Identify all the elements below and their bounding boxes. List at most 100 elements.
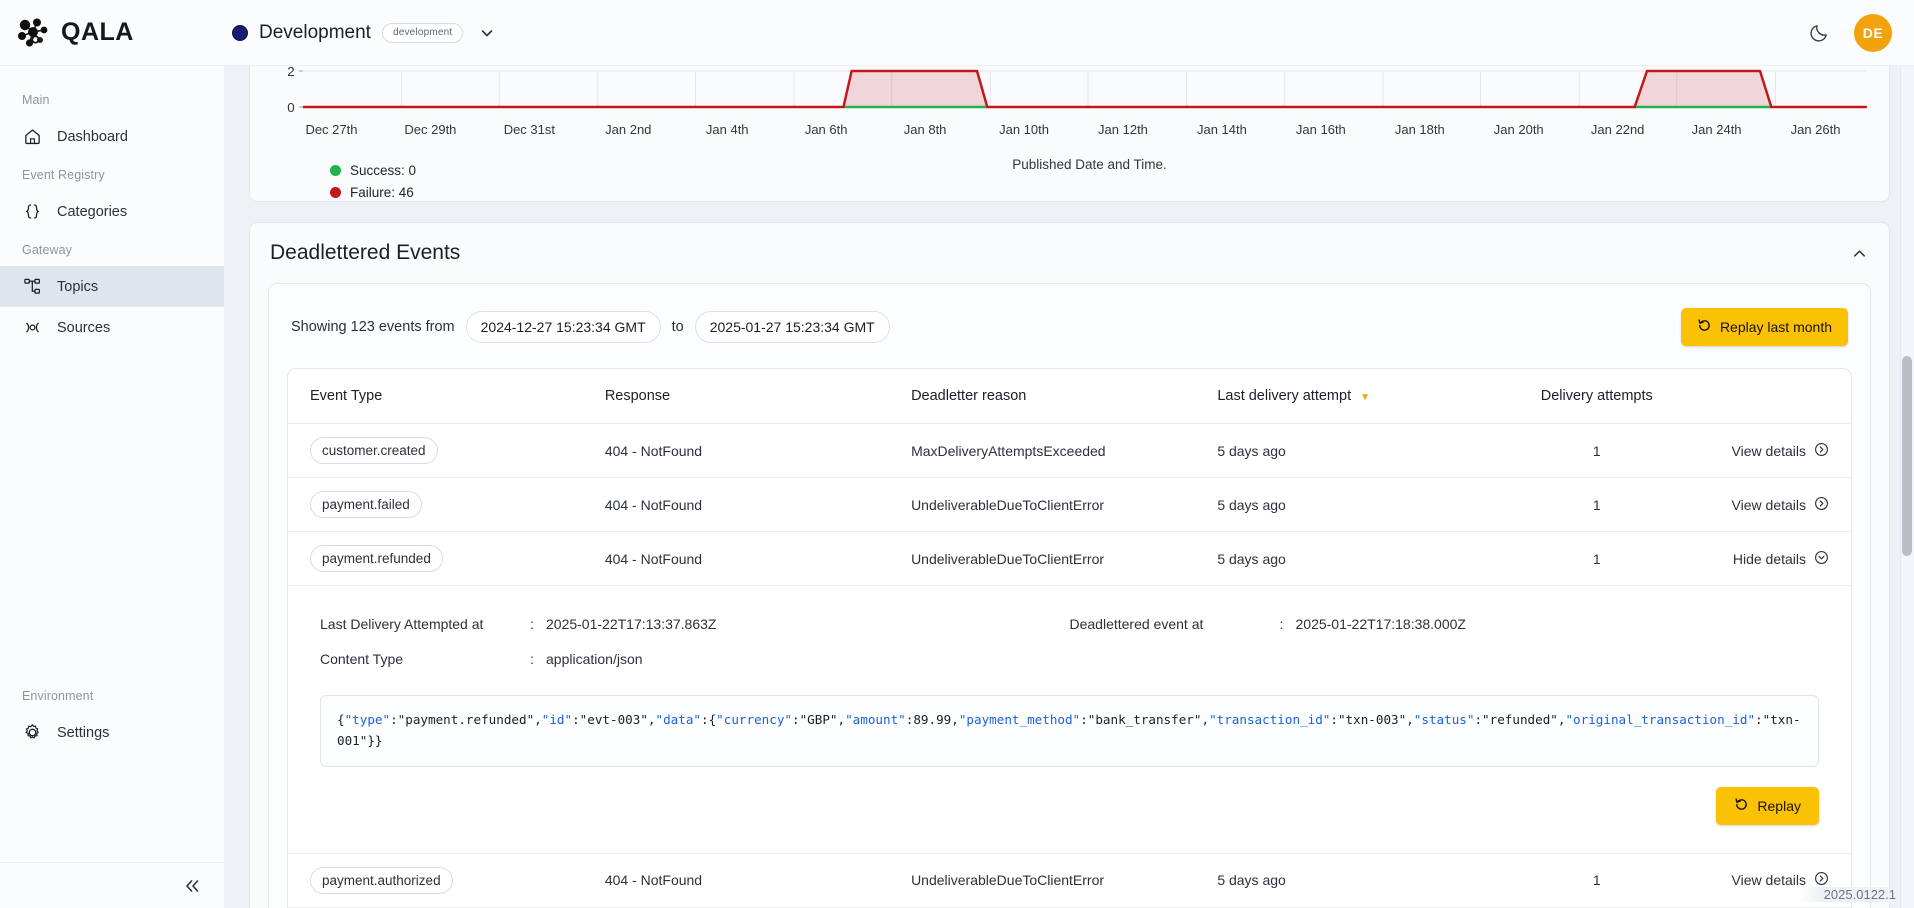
col-response[interactable]: Response — [604, 369, 912, 424]
chart-x-axis-title: Published Date and Time. — [1012, 157, 1167, 172]
main-scrollbar-thumb[interactable] — [1902, 356, 1912, 556]
caret-down-icon: ▼ — [1360, 392, 1371, 403]
chevron-right-circle-icon — [1814, 496, 1829, 514]
table-row[interactable]: payment.refunded 404 - NotFound Undelive… — [288, 531, 1851, 586]
chart-x-tick-labels: Dec 27th Dec 29th Dec 31st Jan 2nd Jan 4… — [282, 122, 1865, 137]
deadlettered-table-wrap: Event Type Response Deadletter reason La… — [287, 368, 1852, 908]
col-event-type[interactable]: Event Type — [288, 369, 605, 424]
chart-legend: Success: 0 Failure: 46 — [330, 159, 416, 203]
detail-colon: : — [1279, 616, 1284, 632]
svg-text:0: 0 — [287, 100, 294, 115]
replay-last-month-button[interactable]: Replay last month — [1680, 308, 1848, 346]
col-delivery-attempts[interactable]: Delivery attempts — [1523, 369, 1682, 424]
hide-details-button[interactable]: Hide details — [1733, 550, 1829, 568]
x-tick: Jan 22nd — [1590, 122, 1645, 137]
x-tick: Jan 18th — [1394, 122, 1445, 137]
sidebar-item-settings[interactable]: Settings — [0, 712, 224, 753]
sidebar-item-sources[interactable]: Sources — [0, 307, 224, 348]
sidebar-group-event-registry: Event Registry — [22, 168, 105, 182]
response-cell: 404 - NotFound — [604, 423, 912, 478]
x-tick: Dec 27th — [305, 122, 358, 137]
view-details-label: View details — [1731, 442, 1806, 459]
sidebar-item-label: Categories — [57, 203, 128, 220]
app-shell: Main Dashboard Event Registry Categories… — [0, 66, 1914, 908]
legend-item-success[interactable]: Success: 0 — [330, 159, 416, 181]
app-version: 2025.0122.1 — [1797, 887, 1896, 902]
deadlettered-header: Deadlettered Events — [268, 241, 1871, 283]
legend-dot-success — [330, 164, 341, 176]
page-title: Deadlettered Events — [270, 241, 461, 264]
chart-svg: 2 0 — [287, 67, 1867, 115]
main-scrollbar[interactable] — [1900, 66, 1914, 908]
x-tick: Jan 6th — [804, 122, 848, 137]
replay-button[interactable]: Replay — [1716, 786, 1819, 825]
last-attempt-cell: 5 days ago — [1217, 853, 1524, 908]
x-tick: Jan 24th — [1691, 122, 1742, 137]
main-content: 2 0 Dec 27th Dec 29th Dec 31st Jan 2nd J… — [225, 66, 1914, 908]
brand[interactable]: QALA — [0, 18, 225, 48]
table-row[interactable]: payment.authorized 404 - NotFound Undeli… — [288, 853, 1851, 908]
sidebar-item-categories[interactable]: Categories — [0, 191, 224, 232]
date-to-pill[interactable]: 2025-01-27 15:23:34 GMT — [694, 311, 890, 343]
reason-cell: MaxDeliveryAttemptsExceeded — [911, 423, 1218, 478]
view-details-button[interactable]: View details — [1732, 496, 1829, 514]
reason-cell: UndeliverableDueToClientError — [911, 477, 1218, 532]
table-body: customer.created 404 - NotFound MaxDeliv… — [288, 423, 1851, 908]
event-type-chip: payment.failed — [310, 491, 422, 518]
col-actions — [1681, 369, 1851, 424]
environment-selector[interactable]: Development development — [232, 20, 500, 46]
event-type-chip: customer.created — [310, 437, 438, 464]
response-cell: 404 - NotFound — [604, 853, 912, 908]
detail-key-last-delivery: Last Delivery Attempted at — [320, 616, 484, 632]
reason-cell: UndeliverableDueToClientError — [911, 853, 1218, 908]
environment-slug-chip: development — [381, 22, 464, 43]
gear-icon — [22, 723, 42, 743]
sidebar-group-main: Main — [22, 93, 50, 107]
replay-button-label: Replay — [1757, 797, 1801, 814]
legend-dot-failure — [330, 186, 341, 198]
x-tick: Jan 16th — [1295, 122, 1346, 137]
sidebar-item-topics[interactable]: Topics — [0, 266, 224, 307]
environment-name: Development — [259, 21, 371, 43]
col-deadletter-reason[interactable]: Deadletter reason — [911, 369, 1218, 424]
chevron-right-circle-icon — [1814, 442, 1829, 460]
attempts-cell: 1 — [1523, 477, 1682, 532]
table-row[interactable]: customer.created 404 - NotFound MaxDeliv… — [288, 423, 1851, 478]
event-type-chip: payment.refunded — [310, 545, 443, 572]
deadlettered-events-card: Deadlettered Events Showing 123 events f… — [249, 222, 1890, 908]
sources-icon — [22, 318, 42, 338]
sidebar-group-gateway: Gateway — [22, 243, 73, 257]
avatar[interactable]: DE — [1854, 13, 1892, 52]
moon-icon[interactable] — [1806, 20, 1832, 46]
legend-item-failure[interactable]: Failure: 46 — [330, 181, 416, 203]
detail-value-content-type: application/json — [546, 651, 643, 667]
detail-colon: : — [530, 651, 534, 667]
hide-details-label: Hide details — [1732, 550, 1806, 567]
home-icon — [22, 127, 42, 147]
table-head: Event Type Response Deadletter reason La… — [288, 369, 1851, 424]
col-last-delivery-attempt[interactable]: Last delivery attempt ▼ — [1217, 369, 1524, 424]
x-tick: Jan 20th — [1493, 122, 1544, 137]
qala-nodes-logo-icon — [18, 18, 52, 48]
chevron-up-icon[interactable] — [1850, 244, 1869, 263]
chevron-down-icon[interactable] — [474, 20, 500, 46]
view-details-button[interactable]: View details — [1732, 442, 1829, 460]
main-inner: 2 0 Dec 27th Dec 29th Dec 31st Jan 2nd J… — [225, 66, 1914, 908]
sidebar-item-label: Topics — [57, 278, 99, 295]
sidebar-item-label: Settings — [57, 724, 110, 741]
detail-value-last-delivery: 2025-01-22T17:13:37.863Z — [546, 616, 717, 632]
double-chevron-left-icon[interactable] — [182, 876, 202, 896]
detail-key-content-type: Content Type — [320, 651, 404, 667]
event-detail-panel: Last Delivery Attempted at : 2025-01-22T… — [288, 586, 1851, 853]
sidebar-scroll: Main Dashboard Event Registry Categories… — [0, 66, 224, 862]
sidebar-item-dashboard[interactable]: Dashboard — [0, 116, 224, 157]
x-tick: Jan 12th — [1098, 122, 1148, 137]
deadlettered-table: Event Type Response Deadletter reason La… — [288, 369, 1851, 908]
attempts-cell: 1 — [1523, 853, 1682, 908]
x-tick: Jan 14th — [1196, 122, 1247, 137]
table-row[interactable]: payment.failed 404 - NotFound Undelivera… — [288, 477, 1851, 532]
view-details-label: View details — [1731, 496, 1806, 513]
date-from-pill[interactable]: 2024-12-27 15:23:34 GMT — [465, 311, 661, 343]
expanded-detail-row: Last Delivery Attempted at : 2025-01-22T… — [288, 585, 1851, 854]
sidebar-item-label: Dashboard — [57, 128, 128, 145]
